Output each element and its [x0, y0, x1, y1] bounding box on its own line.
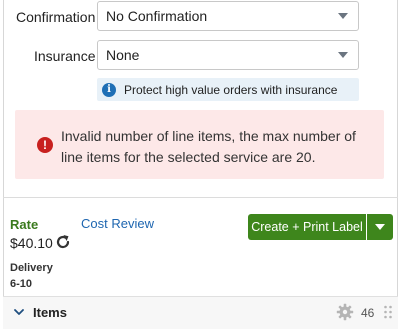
- insurance-info-text: Protect high value orders with insurance: [124, 82, 338, 97]
- refresh-icon[interactable]: [54, 233, 72, 251]
- delivery-label: Delivery: [10, 262, 53, 274]
- insurance-value: None: [106, 47, 140, 63]
- confirmation-select[interactable]: No Confirmation: [97, 1, 359, 31]
- create-label-dropdown-button[interactable]: [367, 214, 393, 240]
- drag-handle-icon[interactable]: [383, 305, 393, 319]
- info-icon: i: [102, 82, 116, 97]
- chevron-down-icon: [375, 224, 385, 230]
- error-banner: ! Invalid number of line items, the max …: [15, 110, 384, 179]
- error-message: Invalid number of line items, the max nu…: [61, 128, 356, 165]
- insurance-info-banner: i Protect high value orders with insuran…: [97, 78, 359, 101]
- insurance-select[interactable]: None: [97, 40, 359, 70]
- rate-label: Rate: [10, 217, 39, 232]
- confirmation-value: No Confirmation: [106, 8, 208, 24]
- create-print-label-text: Create + Print Label: [251, 220, 363, 234]
- delivery-value: 6-10: [10, 278, 33, 290]
- chevron-down-icon: [338, 13, 348, 19]
- items-count: 46: [361, 306, 375, 320]
- confirmation-label: Confirmation: [16, 9, 96, 25]
- cost-review-link[interactable]: Cost Review: [81, 216, 154, 231]
- section-divider: [3, 197, 398, 198]
- alert-icon: !: [37, 137, 53, 153]
- rate-value: $40.10: [10, 235, 53, 251]
- chevron-down-icon: [338, 52, 348, 58]
- gear-icon[interactable]: [336, 303, 354, 321]
- insurance-label: Insurance: [34, 48, 96, 64]
- create-print-label-button[interactable]: Create + Print Label: [248, 214, 366, 240]
- items-section-header[interactable]: Items 46: [3, 296, 398, 329]
- items-title: Items: [33, 305, 67, 320]
- chevron-down-icon[interactable]: [14, 307, 24, 317]
